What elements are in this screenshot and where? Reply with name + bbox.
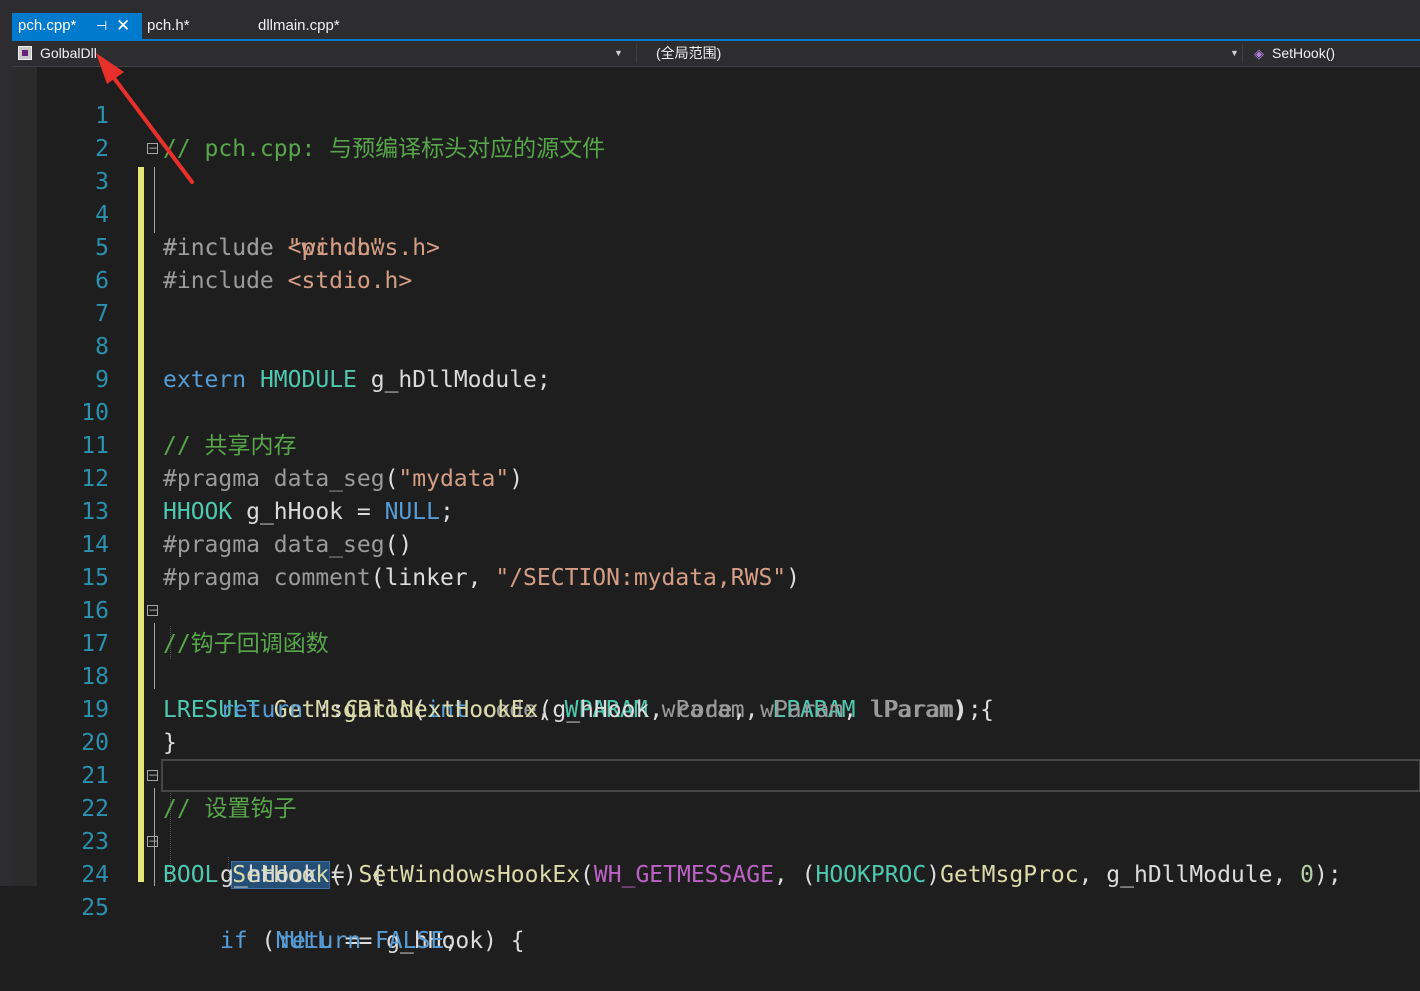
code-line[interactable]: 15 [37, 529, 1420, 591]
tab-label: dllmain.cpp* [258, 17, 340, 34]
code-text: return FALSE; [278, 928, 459, 954]
code-line[interactable]: 10 // 共享内存 [37, 364, 1420, 459]
document-tab-bar: pch.cpp* ⊣ ✕ pch.h* dllmain.cpp* [0, 0, 1420, 40]
navigation-bar: GolbalDll ▼ (全局范围) ▼ ◈ SetHook() [12, 41, 1420, 67]
tab-dllmain-cpp[interactable]: dllmain.cpp* [252, 13, 392, 39]
collapse-icon[interactable]: − [147, 604, 158, 616]
code-line[interactable]: 13 #pragma data_seg() [37, 463, 1420, 558]
code-line[interactable]: 6 [37, 232, 1420, 294]
collapse-icon[interactable]: − [147, 835, 158, 847]
collapse-icon[interactable]: − [147, 142, 158, 154]
member-name: SetHook() [1272, 45, 1336, 61]
tab-pch-cpp[interactable]: pch.cpp* ⊣ ✕ [12, 13, 142, 39]
project-name: GolbalDll [40, 45, 97, 61]
code-line[interactable]: 21 // 设置钩子 [37, 727, 1420, 822]
tab-label: pch.h* [147, 17, 190, 34]
code-line[interactable]: 3 − #include "pch.h" [37, 133, 1420, 261]
code-line[interactable]: 17 − LRESULT GetMsgProc(int code, WPARAM… [37, 595, 1420, 723]
code-line[interactable]: 1 // pch.cpp: 与预编译标头对应的源文件 [37, 67, 1420, 162]
code-line[interactable]: 11 #pragma data_seg("mydata") [37, 397, 1420, 492]
nav-divider [636, 44, 637, 63]
pin-icon[interactable]: ⊣ [96, 13, 107, 39]
project-icon [18, 46, 32, 60]
line-number: 25 [81, 895, 109, 921]
method-icon: ◈ [1254, 46, 1264, 61]
tab-pch-h[interactable]: pch.h* [141, 13, 241, 39]
nav-divider [1242, 44, 1243, 63]
code-line[interactable]: 16 //钩子回调函数 [37, 562, 1420, 657]
code-line[interactable]: 12 HHOOK g_hHook = NULL; [37, 430, 1420, 525]
code-line[interactable]: 8 extern HMODULE g_hDllModule; [37, 298, 1420, 393]
code-line[interactable]: 20 [37, 694, 1420, 756]
code-line[interactable]: 4 #include <windows.h> [37, 166, 1420, 261]
code-line[interactable]: 25 return FALSE; [37, 859, 1420, 954]
scope-dropdown[interactable]: (全局范围) ▼ [652, 43, 1252, 64]
chevron-down-icon[interactable]: ▼ [614, 43, 623, 64]
code-editor[interactable]: 1 // pch.cpp: 与预编译标头对应的源文件 2 3 − #includ… [37, 67, 1420, 954]
code-line[interactable]: 14 #pragma comment(linker, "/SECTION:myd… [37, 496, 1420, 591]
chevron-down-icon[interactable]: ▼ [1230, 43, 1239, 64]
code-line[interactable]: 7 [37, 265, 1420, 327]
code-line[interactable]: 9 [37, 331, 1420, 393]
collapse-icon[interactable]: − [147, 769, 158, 781]
code-line[interactable]: 18 return ::CallNextHookEx(g_hHook, code… [37, 628, 1420, 723]
project-dropdown[interactable]: GolbalDll ▼ [14, 43, 626, 64]
tab-label: pch.cpp* [18, 17, 77, 34]
code-line[interactable]: 5 #include <stdio.h> [37, 199, 1420, 294]
code-line-current[interactable]: 22 − BOOL SetHook() { [37, 760, 1420, 889]
scope-name: (全局范围) [656, 45, 722, 61]
member-dropdown[interactable]: ◈ SetHook() [1246, 43, 1416, 64]
code-line[interactable]: 23 g_hHook = SetWindowsHookEx(WH_GETMESS… [37, 793, 1420, 888]
close-icon[interactable]: ✕ [116, 13, 130, 39]
code-line[interactable]: 24 − if (NULL == g_hHook) { [37, 826, 1420, 954]
code-line[interactable]: 19 } [37, 661, 1420, 756]
code-line[interactable]: 2 [37, 100, 1420, 162]
selection-margin[interactable] [12, 67, 37, 886]
editor-left-strip [0, 40, 12, 886]
